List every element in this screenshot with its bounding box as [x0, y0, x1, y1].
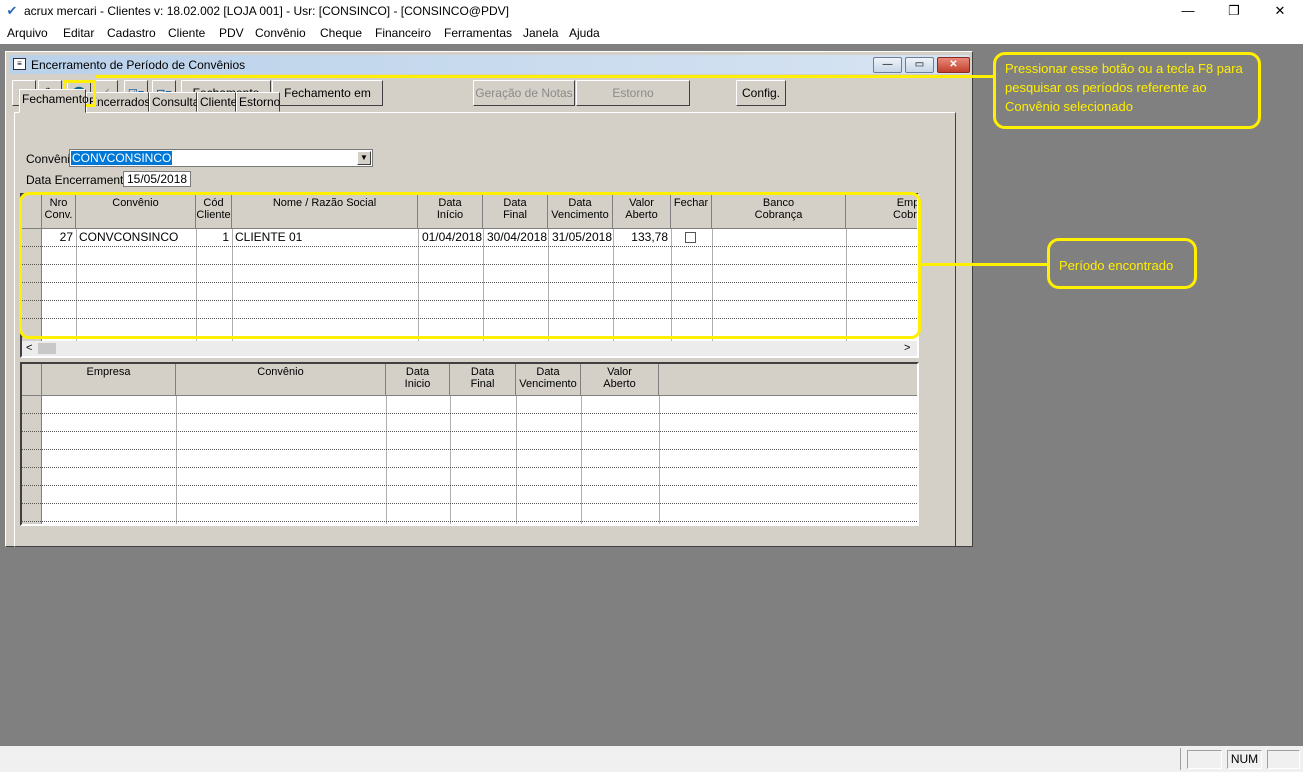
- grid2-row-sep: [22, 413, 917, 414]
- menu-ajuda[interactable]: Ajuda: [569, 26, 600, 40]
- grid2-row-sep: [22, 485, 917, 486]
- window-title: acrux mercari - Clientes v: 18.02.002 [L…: [24, 4, 509, 18]
- status-bar: NUM: [0, 746, 1303, 772]
- grid2-col-sep: [516, 396, 517, 524]
- status-pane-empty-2: [1267, 750, 1300, 769]
- data-encerramento-label: Data Encerramento: [26, 173, 131, 187]
- detalhes-grid[interactable]: Empresa Convênio Data Inicio Data Final …: [20, 362, 919, 526]
- callout-connector-found: [920, 263, 1048, 266]
- close-icon[interactable]: ✕: [1257, 0, 1303, 23]
- scroll-left-icon[interactable]: <: [26, 341, 32, 356]
- child-title: Encerramento de Período de Convênios: [31, 58, 246, 72]
- menu-pdv[interactable]: PDV: [219, 26, 244, 40]
- grid2-row-sep: [22, 503, 917, 504]
- scroll-thumb[interactable]: [38, 343, 56, 354]
- grid2-row-sep: [22, 467, 917, 468]
- header-empresa[interactable]: Empresa: [42, 364, 176, 396]
- status-pane-empty: [1187, 750, 1222, 769]
- status-num: NUM: [1227, 750, 1262, 769]
- scroll-right-icon[interactable]: >: [904, 341, 910, 356]
- child-close-icon[interactable]: ✕: [937, 57, 970, 73]
- menu-cadastro[interactable]: Cadastro: [107, 26, 156, 40]
- child-minimize-icon[interactable]: —: [873, 57, 902, 73]
- data-encerramento-field[interactable]: 15/05/2018: [123, 171, 191, 187]
- grid2-col-sep: [450, 396, 451, 524]
- menu-editar[interactable]: Editar: [63, 26, 94, 40]
- convenio-select-value: CONVCONSINCO: [71, 151, 173, 165]
- tab-consulta[interactable]: Consulta: [149, 92, 199, 112]
- app-icon: ✔: [6, 3, 18, 18]
- title-bar: ✔ acrux mercari - Clientes v: 18.02.002 …: [0, 0, 1303, 23]
- grid2-col-sep: [176, 396, 177, 524]
- child-title-bar: ≡ Encerramento de Período de Convênios —…: [9, 55, 970, 74]
- header-data-inicio-2[interactable]: Data Inicio: [386, 364, 450, 396]
- tab-fechamento[interactable]: Fechamento: [19, 89, 89, 113]
- menu-cliente[interactable]: Cliente: [168, 26, 205, 40]
- callout-connector-search: [96, 75, 994, 78]
- grid2-col-sep: [386, 396, 387, 524]
- header-data-vencimento-2[interactable]: Data Vencimento: [516, 364, 581, 396]
- minimize-icon[interactable]: —: [1165, 0, 1211, 23]
- convenio-select[interactable]: CONVCONSINCO ▼: [69, 149, 373, 167]
- child-restore-icon[interactable]: ▭: [905, 57, 934, 73]
- tab-cliente[interactable]: Cliente: [197, 92, 237, 112]
- callout-found: Período encontrado: [1047, 238, 1197, 289]
- restore-icon[interactable]: ❐: [1211, 0, 1257, 23]
- corner-header: [22, 364, 42, 396]
- tab-estorno[interactable]: Estorno: [236, 92, 280, 112]
- grid-row-highlight: [19, 192, 921, 339]
- menu-arquivo[interactable]: Arquivo: [7, 26, 48, 40]
- grid2-row-sep: [22, 449, 917, 450]
- menu-janela[interactable]: Janela: [523, 26, 558, 40]
- header-empty: [659, 364, 917, 396]
- grid1-hscrollbar[interactable]: < >: [22, 341, 917, 356]
- grid2-row-sep: [22, 431, 917, 432]
- grid2-col-sep: [581, 396, 582, 524]
- grid2-col-sep: [659, 396, 660, 524]
- header-data-final-2[interactable]: Data Final: [450, 364, 516, 396]
- status-divider: [1180, 748, 1181, 770]
- dropdown-arrow-icon[interactable]: ▼: [357, 151, 371, 165]
- menu-cheque[interactable]: Cheque: [320, 26, 362, 40]
- menu-convenio[interactable]: Convênio: [255, 26, 306, 40]
- callout-search: Pressionar esse botão ou a tecla F8 para…: [993, 52, 1261, 129]
- menu-financeiro[interactable]: Financeiro: [375, 26, 431, 40]
- menu-ferramentas[interactable]: Ferramentas: [444, 26, 512, 40]
- header-valor-aberto-2[interactable]: Valor Aberto: [581, 364, 659, 396]
- header-convenio-2[interactable]: Convênio: [176, 364, 386, 396]
- menu-bar: Arquivo Editar Cadastro Cliente PDV Conv…: [0, 23, 1303, 44]
- grid2-row-sep: [22, 521, 917, 522]
- window-icon: ≡: [13, 58, 26, 70]
